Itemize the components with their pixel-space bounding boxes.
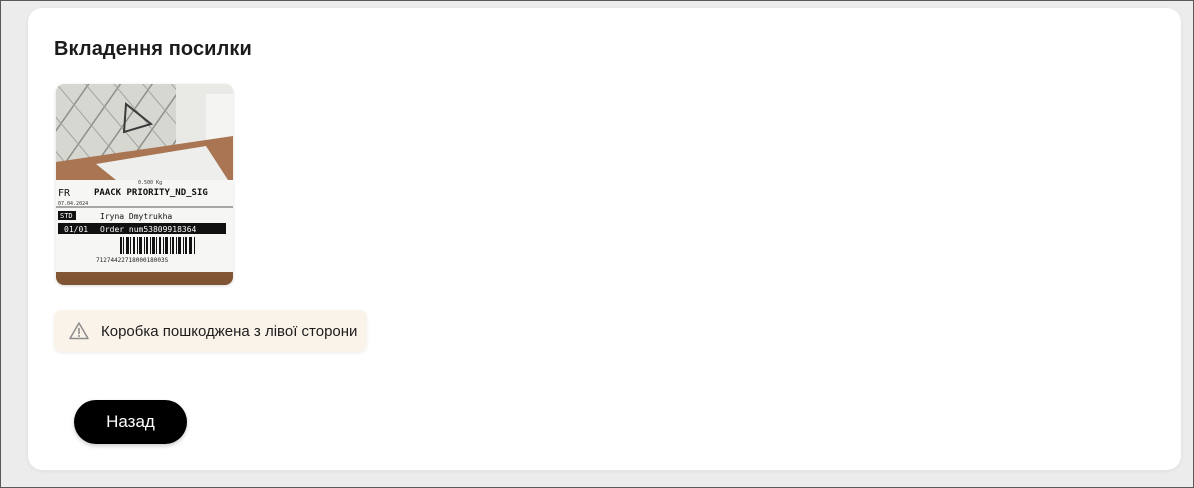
label-recipient: Iryna Dmytrukha bbox=[100, 212, 172, 221]
warning-triangle-icon bbox=[68, 320, 90, 342]
damage-note: Коробка пошкоджена з лівої сторони bbox=[54, 310, 367, 352]
damage-note-text: Коробка пошкоджена з лівої сторони bbox=[101, 322, 358, 340]
label-type: STD bbox=[60, 212, 73, 220]
label-country: FR bbox=[58, 188, 71, 199]
label-weight: 0.500 Kg bbox=[138, 180, 162, 186]
attachment-thumbnail[interactable]: FR PAACK PRIORITY_ND_SIG 07.04.2024 0.50… bbox=[56, 84, 233, 285]
label-barcode-number: 7127442271800018003S bbox=[96, 257, 169, 264]
back-button[interactable]: Назад bbox=[74, 400, 187, 444]
label-service: PAACK PRIORITY_ND_SIG bbox=[94, 188, 208, 198]
label-order: Order num53809918364 bbox=[100, 225, 197, 234]
attachments-card: Вкладення посилки FR PAACK PRIORITY_ND_S… bbox=[28, 8, 1181, 470]
label-date: 07.04.2024 bbox=[58, 201, 88, 207]
section-title: Вкладення посилки bbox=[54, 38, 252, 60]
label-pieces: 01/01 bbox=[64, 225, 88, 234]
